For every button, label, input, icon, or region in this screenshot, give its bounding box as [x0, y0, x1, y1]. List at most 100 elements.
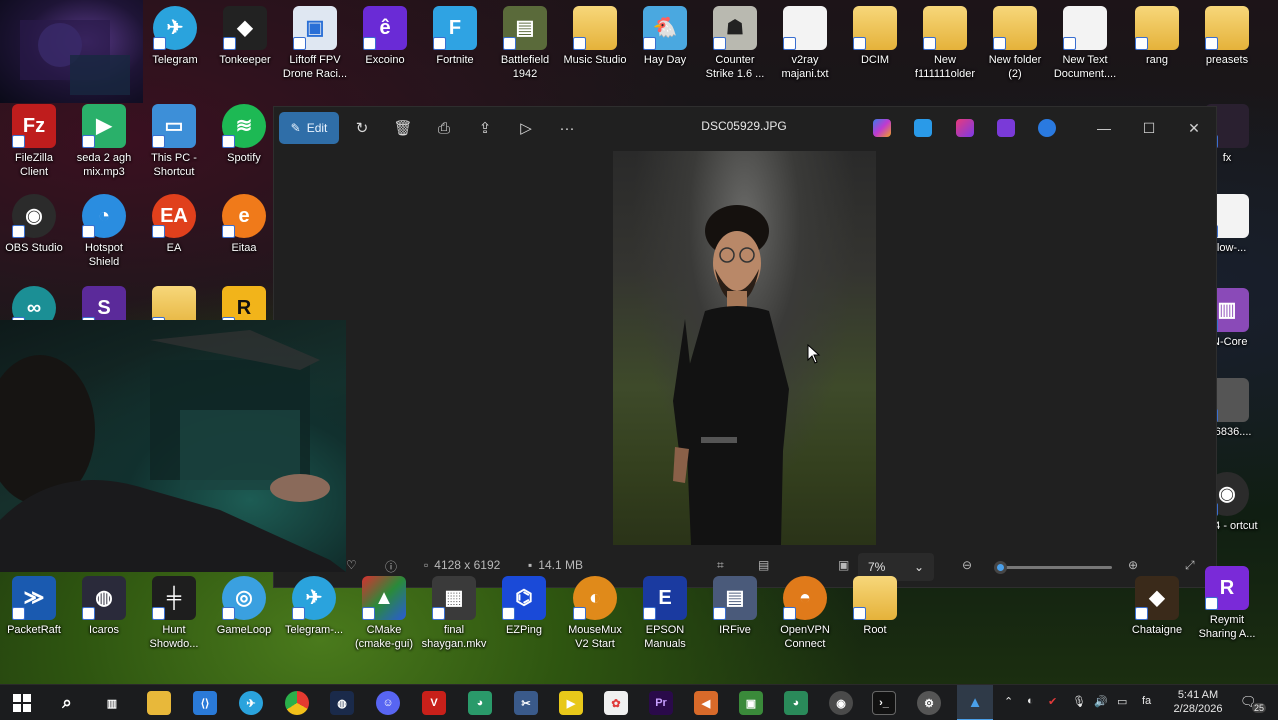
desktop-icon-eitaa[interactable]: e Eitaa: [210, 194, 278, 255]
designer-icon[interactable]: [914, 119, 932, 137]
filezilla-icon: Fz: [12, 104, 56, 148]
volume-icon[interactable]: 🔊: [1094, 695, 1108, 708]
premiere-icon: Pr: [655, 697, 667, 709]
desktop-icon-irfive[interactable]: ▤ IRFive: [701, 576, 769, 637]
taskbar-photos-active[interactable]: ▲: [957, 685, 993, 720]
desktop-icon-icaros[interactable]: ◍ Icaros: [70, 576, 138, 637]
desktop-icon-ezping[interactable]: ⌬ EZPing: [490, 576, 558, 637]
desktop-icon-gameloop[interactable]: ◎ GameLoop: [210, 576, 278, 637]
desktop-icon-v2ray-txt[interactable]: v2ray majani.txt: [771, 6, 839, 81]
desktop-icon-music-studio[interactable]: Music Studio: [561, 6, 629, 67]
taskbar-settings[interactable]: ⚙: [917, 691, 941, 715]
zoom-in-button[interactable]: ⊕: [1128, 558, 1138, 572]
desktop-icon-openvpn[interactable]: ◓ OpenVPN Connect: [771, 576, 839, 651]
edit-button[interactable]: ✎ Edit: [279, 112, 339, 144]
taskbar-telegram[interactable]: ✈: [239, 691, 263, 715]
desktop-icon-dcim[interactable]: DCIM: [841, 6, 909, 67]
desktop-icon-chataigne[interactable]: ◆ Chataigne: [1123, 576, 1191, 637]
info-button[interactable]: ⓘ: [385, 558, 397, 575]
taskbar-obs[interactable]: ◉: [829, 691, 853, 715]
taskbar-app-paint[interactable]: ✿: [604, 691, 628, 715]
desktop-icon-root[interactable]: Root: [841, 576, 909, 637]
network-icon[interactable]: ▭: [1117, 695, 1127, 708]
desktop-icon-ea[interactable]: EA EA: [140, 194, 208, 255]
tray-check-icon[interactable]: ✔: [1048, 695, 1057, 708]
taskbar-vscode[interactable]: ⟨⟩: [193, 691, 217, 715]
desktop-icon-tonkeeper[interactable]: ◆ Tonkeeper: [211, 6, 279, 67]
desktop-icon-counter-strike[interactable]: ☗ Counter Strike 1.6 ...: [701, 6, 769, 81]
desktop-icon-packetraft[interactable]: ≫ PacketRaft: [0, 576, 68, 637]
desktop-icon-new-folder-2[interactable]: New folder (2): [981, 6, 1049, 81]
desktop-icon-filezilla[interactable]: Fz FileZilla Client: [0, 104, 68, 179]
actual-size-button[interactable]: ▣: [838, 558, 849, 572]
desktop-icon-hunt-showdown[interactable]: ╪ Hunt Showdo...: [140, 576, 208, 651]
slideshow-button[interactable]: ▷: [509, 112, 543, 144]
desktop-icon-final-mkv[interactable]: ▦ final shaygan.mkv: [420, 576, 488, 651]
clipchamp-icon[interactable]: [956, 119, 974, 137]
search-icon: ⌕: [62, 693, 72, 712]
desktop-icon-epson[interactable]: E EPSON Manuals: [631, 576, 699, 651]
desktop-icon-preasets[interactable]: preasets: [1193, 6, 1261, 67]
taskbar-premiere[interactable]: Pr: [649, 691, 673, 715]
desktop-icon-rang[interactable]: rang: [1123, 6, 1191, 67]
slideshow-icon: ▷: [520, 120, 532, 137]
desktop-icon-liftoff[interactable]: ▣ Liftoff FPV Drone Raci...: [281, 6, 349, 81]
rotate-button[interactable]: ↻: [345, 112, 379, 144]
close-button[interactable]: ✕: [1172, 112, 1216, 144]
desktop-icon-seda-mp3[interactable]: ▶ seda 2 agh mix.mp3: [70, 104, 138, 179]
taskbar-app-globe-2[interactable]: ◕: [784, 691, 808, 715]
desktop-icon-this-pc[interactable]: ▭ This PC - Shortcut: [140, 104, 208, 179]
taskbar-terminal[interactable]: ›_: [872, 691, 896, 715]
microphone-icon[interactable]: 🎙: [1072, 695, 1086, 708]
desktop-icon-excoino[interactable]: ê Excoino: [351, 6, 419, 67]
maximize-icon: ☐: [1142, 119, 1156, 136]
share-button[interactable]: ⇪: [468, 112, 502, 144]
image-viewer[interactable]: [274, 149, 1216, 545]
favorite-button[interactable]: ♡: [346, 558, 357, 572]
desktop-icon-battlefield[interactable]: ▤ Battlefield 1942: [491, 6, 559, 81]
taskbar-discord[interactable]: ☺: [376, 691, 400, 715]
minimize-button[interactable]: —: [1082, 112, 1126, 144]
zoom-out-button[interactable]: ⊖: [962, 558, 972, 572]
taskbar-app-cube[interactable]: ▣: [739, 691, 763, 715]
start-button[interactable]: [10, 691, 34, 715]
desktop-icon-reymit[interactable]: R Reymit Sharing A...: [1193, 566, 1261, 641]
zoom-slider-thumb[interactable]: [994, 561, 1007, 574]
desktop-icon-telegram-2[interactable]: ✈ Telegram-...: [280, 576, 348, 637]
more-options-button[interactable]: ···: [550, 112, 584, 144]
task-view-button[interactable]: ▥: [100, 691, 124, 715]
print-button[interactable]: ⎙: [427, 112, 461, 144]
taskbar-chrome[interactable]: [285, 691, 309, 715]
chevron-up-icon[interactable]: ⌃: [1004, 695, 1013, 708]
desktop-icon-fortnite[interactable]: F Fortnite: [421, 6, 489, 67]
taskbar-voicemeeter[interactable]: V: [422, 691, 446, 715]
search-image-button[interactable]: ⌗: [717, 558, 724, 573]
desktop-icon-hay-day[interactable]: 🐔 Hay Day: [631, 6, 699, 67]
taskbar-steam[interactable]: ◍: [330, 691, 354, 715]
search-button[interactable]: ⌕: [55, 691, 79, 715]
tray-app-icon[interactable]: ◐: [1027, 695, 1034, 707]
text-recognition-button[interactable]: ▤: [758, 558, 769, 572]
language-indicator[interactable]: fa: [1142, 695, 1151, 707]
zoom-slider[interactable]: [994, 561, 1112, 574]
delete-button[interactable]: 🗑: [386, 112, 420, 144]
desktop-icon-mousemux[interactable]: ◐ MouseMux V2 Start: [561, 576, 629, 651]
desktop-icon-telegram[interactable]: ✈ Telegram: [141, 6, 209, 67]
taskbar-file-explorer[interactable]: [147, 691, 171, 715]
taskbar-app-snip[interactable]: ✂: [514, 691, 538, 715]
desktop-icon-spotify[interactable]: ≋ Spotify: [210, 104, 278, 165]
desktop-icon-new-folder[interactable]: New f111111older: [911, 6, 979, 81]
maximize-button[interactable]: ☐: [1127, 112, 1171, 144]
copilot-icon[interactable]: [873, 119, 891, 137]
desktop-icon-obs[interactable]: ◉ OBS Studio: [0, 194, 68, 255]
desktop-icon-hotspot-shield[interactable]: ◔ Hotspot Shield: [70, 194, 138, 269]
clock[interactable]: 5:41 AM 2/28/2026: [1164, 688, 1232, 716]
taskbar-app-globe[interactable]: ◕: [468, 691, 492, 715]
snip-icon: ✂: [521, 697, 531, 710]
video-editor-icon[interactable]: [997, 119, 1015, 137]
desktop-icon-new-text-document[interactable]: New Text Document....: [1051, 6, 1119, 81]
onedrive-icon[interactable]: [1038, 119, 1056, 137]
desktop-icon-cmake[interactable]: ▲ CMake (cmake-gui): [350, 576, 418, 651]
taskbar-app-player[interactable]: ▶: [559, 691, 583, 715]
taskbar-app-fish[interactable]: ◀: [694, 691, 718, 715]
